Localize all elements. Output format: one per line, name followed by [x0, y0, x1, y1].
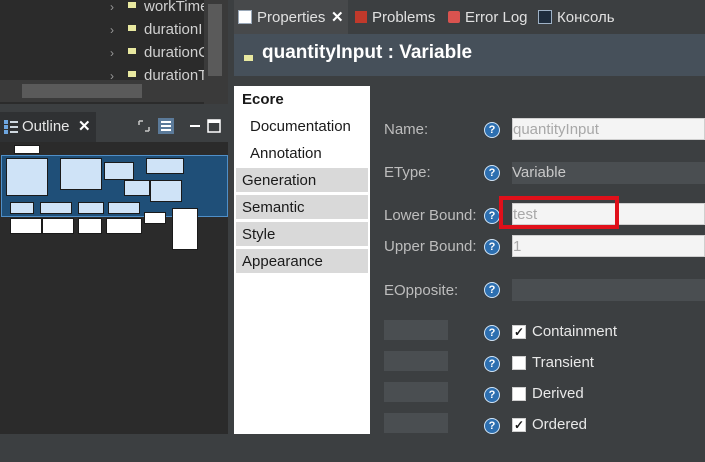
close-icon[interactable]: ✕	[78, 117, 91, 135]
diagram-node	[150, 180, 182, 202]
chevron-right-icon[interactable]: ›	[110, 19, 114, 41]
variable-icon	[244, 55, 253, 61]
scrollbar-thumb[interactable]	[208, 4, 222, 76]
etype-label: EType:	[384, 164, 431, 181]
tree-item[interactable]: › durationI	[110, 19, 203, 41]
diagram-node	[144, 212, 166, 224]
link-editor-icon[interactable]	[135, 117, 153, 135]
tab-outline[interactable]: Outline ✕	[0, 112, 96, 142]
diagram-node	[78, 218, 102, 234]
sidebar-item-annotation[interactable]: Annotation	[236, 141, 368, 166]
upper-bound-label: Upper Bound:	[384, 238, 477, 255]
transient-label: Transient	[532, 354, 594, 371]
page-title: quantityInput : Variable	[262, 42, 473, 63]
help-icon[interactable]: ?	[484, 418, 500, 434]
tab-label: Error Log	[465, 9, 528, 26]
diagram-node	[40, 202, 72, 214]
outline-diagram-overview[interactable]	[0, 142, 228, 434]
console-icon	[538, 10, 552, 25]
name-label: Name:	[384, 121, 429, 138]
tree-vertical-scrollbar[interactable]	[204, 0, 228, 104]
ordered-label: Ordered	[532, 416, 588, 433]
tab-label: Properties	[257, 9, 326, 26]
help-icon[interactable]: ?	[484, 387, 500, 403]
help-icon[interactable]: ?	[484, 356, 500, 372]
sidebar-item-documentation[interactable]: Documentation	[236, 114, 368, 139]
status-bar	[0, 434, 705, 462]
diagram-node	[10, 218, 42, 234]
diagram-node	[106, 218, 142, 234]
tree-item-label: workTime	[144, 0, 209, 15]
name-field[interactable]: quantityInput	[512, 118, 705, 140]
problems-icon	[355, 11, 367, 24]
containment-checkbox[interactable]: ✓	[512, 325, 526, 339]
scrollbar-thumb[interactable]	[22, 84, 142, 98]
tab-label: Консоль	[557, 9, 615, 26]
tree-item-label: durationC	[144, 44, 210, 61]
diagram-node	[6, 158, 48, 196]
diagram-node	[172, 208, 198, 250]
eopposite-label: EOpposite:	[384, 282, 459, 299]
upper-bound-field[interactable]: 1	[512, 235, 705, 257]
help-icon[interactable]: ?	[484, 165, 500, 181]
sidebar-item-appearance[interactable]: Appearance	[236, 249, 368, 274]
etype-field[interactable]: Variable	[512, 162, 705, 184]
tab-problems[interactable]: Problems	[355, 0, 435, 34]
help-icon[interactable]: ?	[484, 239, 500, 255]
help-icon[interactable]: ?	[484, 122, 500, 138]
diagram-node	[60, 158, 102, 190]
derived-label: Derived	[532, 385, 584, 402]
close-icon[interactable]: ✕	[331, 0, 344, 36]
diagram-node	[108, 202, 140, 214]
tab-properties[interactable]: Properties ✕	[234, 0, 348, 34]
placeholder-box	[384, 351, 448, 371]
containment-label: Containment	[532, 323, 618, 340]
placeholder-box	[384, 320, 448, 340]
lower-bound-label: Lower Bound:	[384, 207, 477, 224]
tab-outline-label: Outline	[22, 118, 70, 135]
maximize-icon[interactable]	[205, 117, 223, 135]
tree-item[interactable]: › durationC	[110, 42, 210, 64]
help-icon[interactable]: ?	[484, 208, 500, 224]
ordered-checkbox[interactable]: ✓	[512, 418, 526, 432]
sidebar-item-style[interactable]: Style	[236, 222, 368, 247]
help-icon[interactable]: ?	[484, 282, 500, 298]
derived-checkbox[interactable]	[512, 387, 526, 401]
tab-error-log[interactable]: Error Log	[448, 0, 528, 34]
tree-horizontal-scrollbar[interactable]	[0, 80, 204, 102]
sidebar-item-generation[interactable]: Generation	[236, 168, 368, 193]
error-log-icon	[448, 11, 460, 24]
diagram-node	[14, 145, 40, 154]
placeholder-box	[384, 382, 448, 402]
variable-icon	[128, 71, 136, 78]
eopposite-field[interactable]	[512, 279, 705, 301]
diagram-node	[78, 202, 104, 214]
diagram-node	[10, 202, 34, 214]
placeholder-box	[384, 413, 448, 433]
properties-icon	[238, 10, 252, 25]
highlight-rectangle	[499, 196, 619, 229]
tree-item[interactable]: › workTime	[110, 0, 209, 18]
diagram-node	[124, 180, 150, 196]
tab-label: Problems	[372, 9, 436, 26]
tab-console[interactable]: Консоль	[538, 0, 615, 34]
chevron-right-icon[interactable]: ›	[110, 0, 114, 18]
variable-icon	[128, 25, 136, 32]
diagram-node	[146, 158, 184, 174]
variable-icon	[128, 2, 136, 9]
help-icon[interactable]: ?	[484, 325, 500, 341]
sidebar-item-ecore[interactable]: Ecore	[236, 87, 368, 112]
sidebar-item-semantic[interactable]: Semantic	[236, 195, 368, 220]
outline-toggle-icon[interactable]	[157, 117, 175, 135]
diagram-node	[104, 162, 134, 180]
minimize-icon[interactable]	[186, 117, 204, 135]
tree-item-label: durationI	[144, 21, 203, 38]
chevron-right-icon[interactable]: ›	[110, 42, 114, 64]
diagram-node	[42, 218, 74, 234]
properties-header: quantityInput : Variable	[234, 34, 705, 76]
outline-icon	[4, 120, 18, 134]
variable-icon	[128, 48, 136, 55]
transient-checkbox[interactable]	[512, 356, 526, 370]
